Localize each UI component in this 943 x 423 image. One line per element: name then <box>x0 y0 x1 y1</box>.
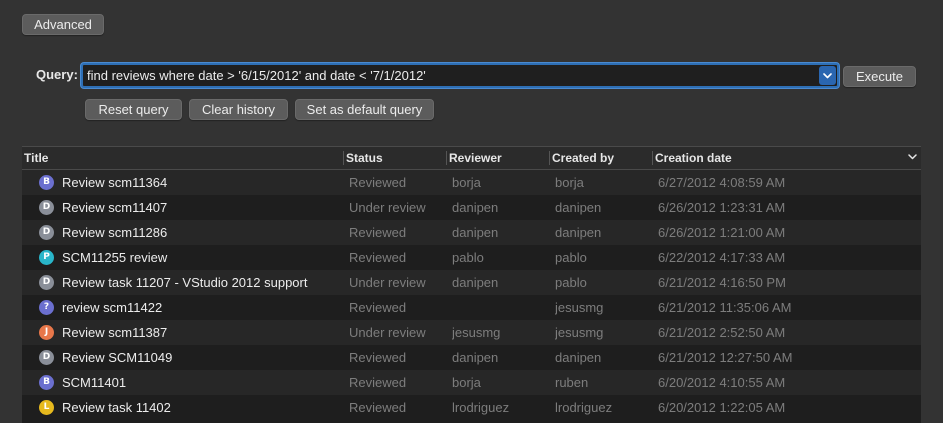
cell-creation-date: 6/21/2012 4:16:50 PM <box>658 275 786 290</box>
cell-created-by: jesusmg <box>555 300 604 315</box>
cell-reviewer: jesusmg <box>452 325 501 340</box>
cell-status: Reviewed <box>349 400 407 415</box>
cell-reviewer: borja <box>452 175 481 190</box>
cell-title: Review SCM11049 <box>62 350 173 365</box>
cell-status: Under review <box>349 275 426 290</box>
cell-created-by: lrodriguez <box>555 400 613 415</box>
column-header-creation-date[interactable]: Creation date <box>653 147 903 169</box>
column-header-status[interactable]: Status <box>344 147 447 169</box>
query-combobox[interactable] <box>81 63 839 88</box>
column-header-title[interactable]: Title <box>22 147 344 169</box>
table-row[interactable]: ? review scm11422 Reviewed jesusmg 6/21/2012… <box>22 295 921 320</box>
cell-reviewer: lrodriguez <box>452 400 510 415</box>
cell-status: Reviewed <box>349 350 407 365</box>
cell-title: Review task 11207 - VStudio 2012 support <box>62 275 308 290</box>
cell-created-by: danipen <box>555 200 602 215</box>
cell-title: SCM11401 <box>62 375 127 390</box>
advanced-button[interactable]: Advanced <box>22 14 104 35</box>
cell-creation-date: 6/21/2012 2:52:50 AM <box>658 325 786 340</box>
cell-created-by: ruben <box>555 375 589 390</box>
avatar-icon: P <box>39 250 54 265</box>
reset-query-button[interactable]: Reset query <box>85 99 182 120</box>
cell-created-by: danipen <box>555 225 602 240</box>
table-header: Title Status Reviewer Created by Creatio… <box>22 146 921 170</box>
table-row[interactable]: P SCM11255 review Reviewed pablo pablo 6/22/2… <box>22 245 921 270</box>
avatar-icon: D <box>39 225 54 240</box>
cell-status: Reviewed <box>349 175 407 190</box>
table-row[interactable]: D Review scm11286 Reviewed danipen danipen 6/… <box>22 220 921 245</box>
query-dropdown-button[interactable] <box>819 66 836 85</box>
cell-creation-date: 6/21/2012 12:27:50 AM <box>658 350 793 365</box>
avatar-icon: J <box>39 325 54 340</box>
cell-status: Reviewed <box>349 250 407 265</box>
chevron-down-icon[interactable] <box>908 154 917 160</box>
table-row[interactable]: B SCM11401 Reviewed borja ruben 6/20/2012 4:1… <box>22 370 921 395</box>
cell-creation-date: 6/27/2012 4:08:59 AM <box>658 175 786 190</box>
cell-creation-date: 6/21/2012 11:35:06 AM <box>658 300 792 315</box>
cell-title: Review scm11364 <box>62 175 168 190</box>
column-header-reviewer[interactable]: Reviewer <box>447 147 550 169</box>
cell-status: Under review <box>349 325 426 340</box>
cell-creation-date: 6/26/2012 1:23:31 AM <box>658 200 786 215</box>
chevron-down-icon <box>823 72 832 78</box>
cell-title: SCM11255 review <box>62 250 168 265</box>
table-row[interactable]: D Review task 11207 - VStudio 2012 suppor… <box>22 270 921 295</box>
cell-creation-date: 6/20/2012 1:22:05 AM <box>658 400 786 415</box>
query-label: Query: <box>36 67 78 82</box>
cell-reviewer: danipen <box>452 225 499 240</box>
avatar-icon: D <box>39 350 54 365</box>
cell-created-by: pablo <box>555 275 587 290</box>
cell-creation-date: 6/20/2012 4:10:55 AM <box>658 375 786 390</box>
cell-title: review scm11422 <box>62 300 163 315</box>
avatar-icon: L <box>39 400 54 415</box>
cell-reviewer: danipen <box>452 275 499 290</box>
table-row[interactable]: L Review task 11402 Reviewed lrodriguez lrod… <box>22 395 921 420</box>
cell-status: Reviewed <box>349 300 407 315</box>
code-reviews-window: Advanced Query: Execute Reset query Clea… <box>0 0 943 423</box>
cell-created-by: danipen <box>555 350 602 365</box>
results-table: Title Status Reviewer Created by Creatio… <box>22 146 921 423</box>
cell-reviewer: danipen <box>452 200 499 215</box>
cell-creation-date: 6/22/2012 4:17:33 AM <box>658 250 786 265</box>
cell-title: Review task 11402 <box>62 400 171 415</box>
avatar-icon: ? <box>39 300 54 315</box>
table-row[interactable]: D Review SCM11049 Reviewed danipen danipen 6/… <box>22 345 921 370</box>
avatar-icon: D <box>39 200 54 215</box>
avatar-icon: B <box>39 175 54 190</box>
clear-history-button[interactable]: Clear history <box>189 99 288 120</box>
table-row[interactable]: D Review scm11407 Under review danipen danip… <box>22 195 921 220</box>
cell-status: Reviewed <box>349 225 407 240</box>
table-row[interactable]: B Review scm11364 Reviewed borja borja 6/27/2… <box>22 170 921 195</box>
cell-title: Review scm11407 <box>62 200 168 215</box>
cell-title: Review scm11286 <box>62 225 168 240</box>
avatar-icon: D <box>39 275 54 290</box>
cell-creation-date: 6/26/2012 1:21:00 AM <box>658 225 786 240</box>
cell-title: Review scm11387 <box>62 325 168 340</box>
column-header-created-by[interactable]: Created by <box>550 147 653 169</box>
cell-created-by: jesusmg <box>555 325 604 340</box>
cell-created-by: borja <box>555 175 584 190</box>
execute-button[interactable]: Execute <box>843 66 916 87</box>
cell-status: Reviewed <box>349 375 407 390</box>
cell-reviewer: danipen <box>452 350 499 365</box>
set-default-query-button[interactable]: Set as default query <box>295 99 434 120</box>
cell-reviewer: borja <box>452 375 481 390</box>
cell-status: Under review <box>349 200 426 215</box>
query-input[interactable] <box>87 65 813 86</box>
cell-created-by: pablo <box>555 250 587 265</box>
avatar-icon: B <box>39 375 54 390</box>
cell-reviewer <box>452 295 552 320</box>
cell-reviewer: pablo <box>452 250 484 265</box>
table-row[interactable]: J Review scm11387 Under review jesusmg jesus… <box>22 320 921 345</box>
